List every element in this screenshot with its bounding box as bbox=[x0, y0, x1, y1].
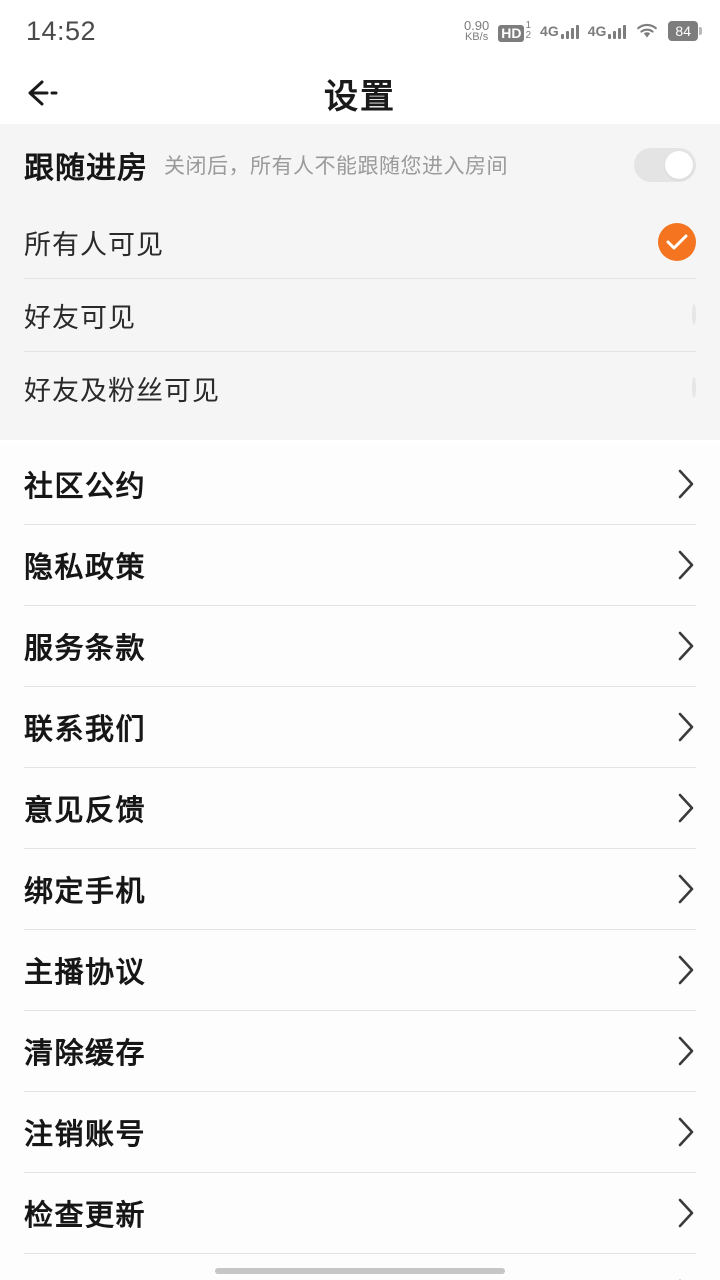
menu-item-label: 清除缓存 bbox=[24, 1038, 147, 1070]
menu-item-feedback[interactable]: 意见反馈 bbox=[0, 768, 720, 848]
chevron-right-icon bbox=[676, 1034, 696, 1068]
chevron-right-icon bbox=[676, 953, 696, 987]
signal-sim1-icon: 4G bbox=[540, 24, 579, 39]
menu-item-label: 绑定手机 bbox=[24, 876, 147, 908]
chevron-right-icon bbox=[676, 1196, 696, 1230]
visibility-option-friends[interactable]: 好友可见 bbox=[0, 279, 720, 351]
follow-into-room-toggle[interactable] bbox=[634, 148, 696, 182]
privacy-section: 跟随进房 关闭后，所有人不能跟随您进入房间 所有人可见 好友可见 好友及粉丝可见 bbox=[0, 124, 720, 440]
radio-unselected-icon[interactable] bbox=[692, 377, 696, 398]
visibility-option-label: 好友及粉丝可见 bbox=[24, 375, 220, 406]
chevron-right-icon bbox=[676, 872, 696, 906]
network-speed-indicator: 0.90 KB/s bbox=[464, 19, 489, 43]
battery-percent-label: 84 bbox=[668, 20, 698, 42]
menu-item-terms-of-service[interactable]: 服务条款 bbox=[0, 606, 720, 686]
status-bar: 14:52 0.90 KB/s HD 1 2 4G 4G 84 bbox=[0, 0, 720, 62]
menu-item-logout[interactable]: 退出登录 bbox=[0, 1254, 720, 1280]
menu-item-label: 服务条款 bbox=[24, 633, 147, 665]
hd-badge-label: HD bbox=[498, 24, 525, 42]
battery-cap bbox=[699, 27, 702, 35]
check-icon bbox=[666, 234, 688, 250]
menu-item-clear-cache[interactable]: 清除缓存 bbox=[0, 1011, 720, 1091]
follow-into-room-title: 跟随进房 bbox=[24, 152, 148, 185]
menu-section: 社区公约 隐私政策 服务条款 联系我们 意见反馈 绑定手机 主播协议 清除缓存 … bbox=[0, 444, 720, 1280]
chevron-right-icon bbox=[676, 467, 696, 501]
visibility-option-everyone[interactable]: 所有人可见 bbox=[0, 206, 720, 278]
hd-sim-slot-2: 2 bbox=[525, 30, 532, 41]
settings-screen: 14:52 0.90 KB/s HD 1 2 4G 4G 84 设置 跟随进房 … bbox=[0, 0, 720, 1280]
menu-item-host-agreement[interactable]: 主播协议 bbox=[0, 930, 720, 1010]
network-speed-unit: KB/s bbox=[464, 31, 489, 44]
menu-item-label: 隐私政策 bbox=[24, 552, 147, 584]
menu-item-privacy-policy[interactable]: 隐私政策 bbox=[0, 525, 720, 605]
menu-item-label: 意见反馈 bbox=[24, 795, 147, 827]
menu-item-community-guidelines[interactable]: 社区公约 bbox=[0, 444, 720, 524]
chevron-right-icon bbox=[676, 548, 696, 582]
signal-sim1-label: 4G bbox=[540, 22, 559, 39]
radio-unselected-icon[interactable] bbox=[692, 304, 696, 325]
back-button[interactable] bbox=[18, 69, 74, 117]
menu-item-label: 退出登录 bbox=[24, 1273, 146, 1280]
status-bar-clock: 14:52 bbox=[26, 15, 97, 46]
menu-item-check-update[interactable]: 检查更新 bbox=[0, 1173, 720, 1253]
signal-sim2-bars bbox=[608, 24, 627, 39]
chevron-right-icon bbox=[676, 710, 696, 744]
visibility-option-friends-and-fans[interactable]: 好友及粉丝可见 bbox=[0, 352, 720, 424]
menu-item-bind-phone[interactable]: 绑定手机 bbox=[0, 849, 720, 929]
menu-item-label: 主播协议 bbox=[24, 957, 147, 989]
follow-into-room-subtitle: 关闭后，所有人不能跟随您进入房间 bbox=[164, 154, 508, 178]
chevron-right-icon bbox=[676, 791, 696, 825]
status-bar-icons: 0.90 KB/s HD 1 2 4G 4G 84 bbox=[464, 19, 702, 43]
battery-icon: 84 bbox=[668, 20, 702, 42]
chevron-right-icon bbox=[676, 1115, 696, 1149]
network-speed-value: 0.90 bbox=[463, 17, 490, 33]
back-arrow-icon bbox=[28, 80, 58, 106]
menu-item-label: 联系我们 bbox=[24, 714, 147, 746]
follow-into-room-row[interactable]: 跟随进房 关闭后，所有人不能跟随您进入房间 bbox=[0, 124, 720, 206]
signal-sim2-label: 4G bbox=[587, 22, 607, 39]
home-indicator[interactable] bbox=[215, 1268, 505, 1274]
hd-voice-icon: HD 1 2 bbox=[498, 20, 532, 42]
menu-item-label: 社区公约 bbox=[24, 471, 147, 503]
toggle-knob bbox=[665, 151, 693, 179]
visibility-option-label: 所有人可见 bbox=[24, 229, 164, 260]
signal-sim2-icon: 4G bbox=[588, 24, 627, 39]
menu-item-label: 注销账号 bbox=[24, 1119, 147, 1151]
signal-sim1-bars bbox=[560, 24, 579, 39]
menu-item-delete-account[interactable]: 注销账号 bbox=[0, 1092, 720, 1172]
chevron-right-icon bbox=[676, 629, 696, 663]
wifi-icon bbox=[637, 23, 658, 38]
radio-selected-icon[interactable] bbox=[658, 223, 696, 261]
page-title: 设置 bbox=[324, 78, 396, 116]
menu-item-contact-us[interactable]: 联系我们 bbox=[0, 687, 720, 767]
visibility-option-label: 好友可见 bbox=[24, 302, 136, 333]
nav-bar: 设置 bbox=[0, 62, 720, 124]
hd-sim-slots: 1 2 bbox=[525, 20, 532, 42]
menu-item-label: 检查更新 bbox=[24, 1200, 147, 1232]
